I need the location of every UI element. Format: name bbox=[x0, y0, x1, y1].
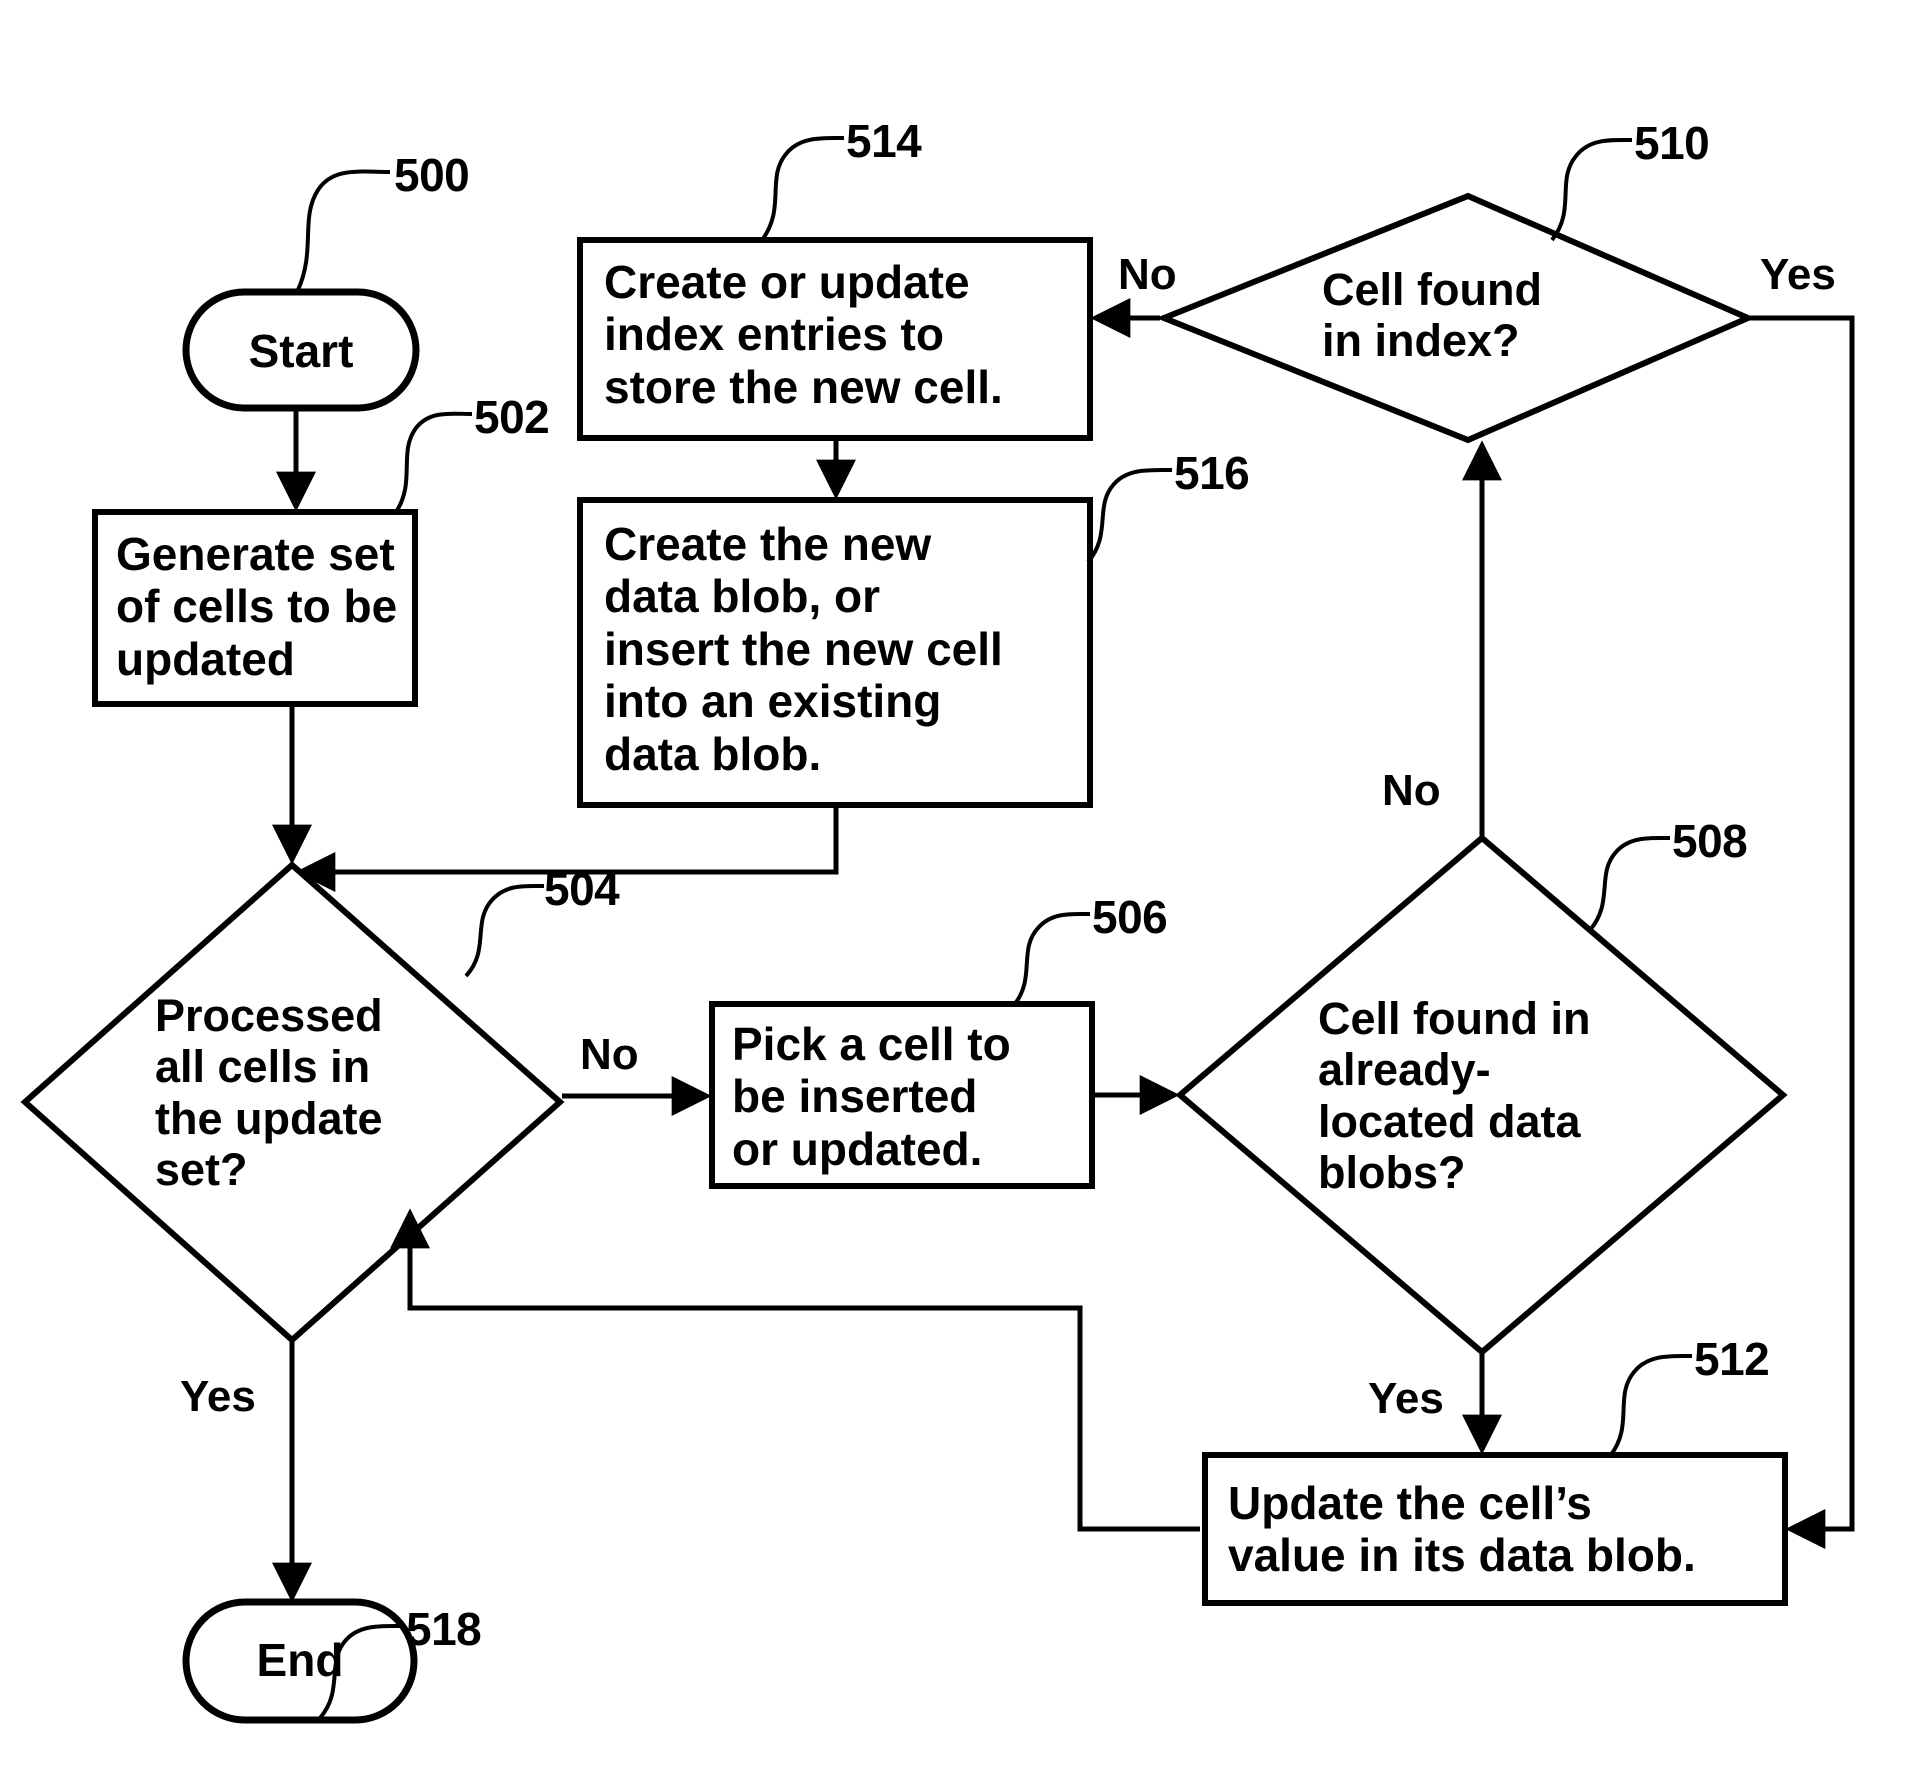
edge-label-blobs-yes: Yes bbox=[1368, 1374, 1444, 1423]
leader-514 bbox=[760, 135, 845, 242]
node-create-blob-shape bbox=[577, 497, 1093, 808]
ref-numeral-500: 500 bbox=[394, 149, 470, 201]
ref-numeral-508: 508 bbox=[1672, 815, 1748, 867]
leader-508 bbox=[1588, 835, 1671, 932]
ref-numeral-516: 516 bbox=[1174, 447, 1250, 499]
node-pick-cell-shape bbox=[709, 1001, 1095, 1189]
node-update-value-shape bbox=[1202, 1452, 1788, 1606]
edge-label-index-yes: Yes bbox=[1760, 250, 1836, 299]
leader-512 bbox=[1608, 1353, 1693, 1458]
ref-numeral-510: 510 bbox=[1634, 117, 1710, 169]
leader-500 bbox=[296, 169, 391, 291]
edge-label-processed-no: No bbox=[580, 1030, 639, 1079]
flowchart-canvas: Start Generate set of cells to be update… bbox=[0, 0, 1912, 1775]
node-create-index-shape bbox=[577, 237, 1093, 441]
ref-numeral-502: 502 bbox=[474, 391, 550, 443]
ref-numeral-514: 514 bbox=[846, 115, 922, 167]
ref-numeral-518: 518 bbox=[406, 1603, 482, 1655]
edge-label-processed-yes: Yes bbox=[180, 1372, 256, 1421]
node-generate-set-shape bbox=[92, 509, 418, 707]
node-start-shape bbox=[182, 288, 420, 412]
ref-numeral-506: 506 bbox=[1092, 891, 1168, 943]
leader-504 bbox=[464, 883, 545, 978]
node-end-shape bbox=[182, 1598, 418, 1724]
edge-update-to-processed bbox=[390, 1208, 1200, 1532]
node-found-in-blobs-shape bbox=[1175, 834, 1788, 1356]
leader-510 bbox=[1550, 137, 1633, 242]
edge-label-index-no: No bbox=[1118, 250, 1177, 299]
leader-506 bbox=[1012, 911, 1091, 1007]
ref-numeral-504: 504 bbox=[544, 863, 620, 915]
leader-502 bbox=[394, 411, 473, 514]
flowchart-graphics bbox=[20, 135, 1855, 1724]
leader-516 bbox=[1086, 467, 1173, 564]
ref-numeral-512: 512 bbox=[1694, 1333, 1770, 1385]
node-found-in-index-shape bbox=[1155, 192, 1756, 444]
edge-label-blobs-no: No bbox=[1382, 766, 1441, 815]
